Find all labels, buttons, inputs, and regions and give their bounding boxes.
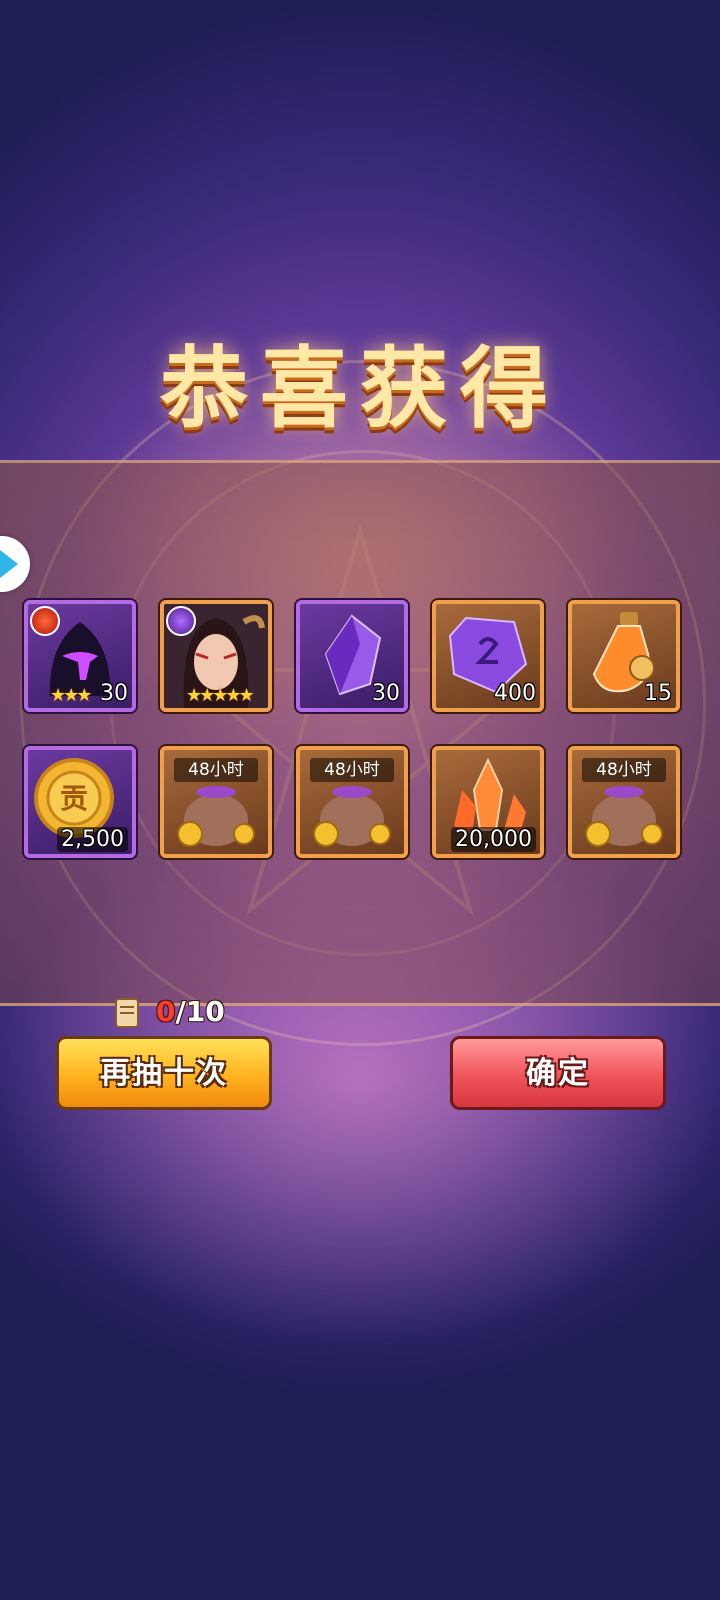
reward-item[interactable]: 48小时 xyxy=(160,746,272,858)
arrow-right-icon xyxy=(0,550,18,578)
star-rating: ★★★★★ xyxy=(186,685,255,706)
congratulations-title: 恭喜获得 xyxy=(159,337,560,440)
reward-item[interactable]: 15 xyxy=(568,600,680,712)
coin-glyph: 贡 xyxy=(60,782,88,815)
item-quantity: 30 xyxy=(372,681,400,706)
item-quantity: 400 xyxy=(494,681,536,706)
star-rating: ★★★ xyxy=(50,685,92,706)
reward-item[interactable]: ★★★ 30 xyxy=(24,600,136,712)
reward-item[interactable]: 贡 2,500 xyxy=(24,746,136,858)
reward-item[interactable]: 20,000 xyxy=(432,746,544,858)
scroll-ticket-icon xyxy=(115,998,139,1028)
duration-label: 48小时 xyxy=(582,758,666,782)
item-quantity: 15 xyxy=(644,681,672,706)
reward-item[interactable]: 48小时 xyxy=(296,746,408,858)
ticket-count: 0/10 xyxy=(156,995,225,1028)
reward-item[interactable]: ★★★★★ xyxy=(160,600,272,712)
duration-label: 48小时 xyxy=(174,758,258,782)
item-quantity: 20,000 xyxy=(451,827,536,852)
draw-ten-again-button[interactable]: 再抽十次 xyxy=(56,1036,272,1110)
reward-item[interactable]: 48小时 xyxy=(568,746,680,858)
confirm-button[interactable]: 确定 xyxy=(450,1036,666,1110)
item-quantity: 30 xyxy=(100,681,128,706)
reward-panel xyxy=(0,460,720,1006)
item-quantity: 2,500 xyxy=(57,827,128,852)
reward-item[interactable]: 30 xyxy=(296,600,408,712)
fire-element-icon xyxy=(30,606,60,636)
duration-label: 48小时 xyxy=(310,758,394,782)
moon-element-icon xyxy=(166,606,196,636)
reward-item[interactable]: 400 xyxy=(432,600,544,712)
